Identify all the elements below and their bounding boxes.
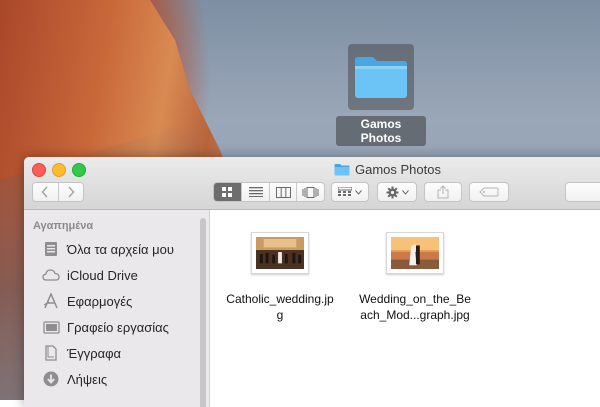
sidebar-item-applications[interactable]: Εφαρμογές: [24, 290, 200, 312]
share-icon: [437, 185, 449, 199]
list-view-button[interactable]: [241, 183, 269, 201]
arrange-icon: [338, 187, 352, 196]
beach-wedding-photo-thumbnail: [391, 237, 439, 269]
titlebar: Gamos Photos: [24, 157, 600, 210]
folder-icon: [355, 57, 407, 98]
sidebar-item-label: Έγγραφα: [67, 345, 122, 361]
grid-icon: [222, 186, 233, 197]
sidebar-scrollbar[interactable]: [200, 218, 206, 407]
wedding-photo-thumbnail: [256, 237, 304, 269]
sidebar-item-label: iCloud Drive: [67, 267, 138, 283]
chevron-down-icon: [401, 189, 409, 195]
downloads-icon: [42, 370, 60, 388]
window-title: Gamos Photos: [334, 161, 441, 177]
sidebar-item-desktop[interactable]: Γραφείο εργασίας: [24, 316, 200, 338]
sidebar-section-heading: Αγαπημένα: [33, 220, 94, 232]
sidebar-item-all-files[interactable]: Όλα τα αρχεία μου: [24, 238, 200, 260]
search-field[interactable]: [565, 182, 600, 202]
arrange-button[interactable]: [331, 182, 369, 202]
folder-icon: [334, 163, 350, 175]
chevron-down-icon: [355, 189, 362, 195]
icon-view-button[interactable]: [214, 183, 242, 201]
desktop-folder[interactable]: Gamos Photos: [336, 42, 426, 146]
file-name-line: Wedding_on_the_Be: [359, 292, 471, 306]
sidebar-item-label: Γραφείο εργασίας: [67, 319, 169, 335]
sidebar-item-downloads[interactable]: Λήψεις: [24, 368, 200, 390]
file-thumbnail: [386, 232, 444, 274]
applications-icon: [42, 292, 60, 310]
sidebar: Αγαπημένα Όλα τα αρχεία μου iCloud Drive…: [24, 210, 210, 407]
share-button[interactable]: [424, 182, 462, 202]
desktop-folder-label: Gamos Photos: [336, 116, 426, 146]
action-button[interactable]: [377, 182, 417, 202]
file-name-line: ach_Mod...graph.jpg: [360, 308, 470, 322]
gear-icon: [386, 186, 398, 198]
chevron-left-icon: [41, 186, 49, 198]
all-files-icon: [42, 240, 60, 258]
cover-flow-icon: [302, 186, 319, 198]
sidebar-item-label: Εφαρμογές: [67, 293, 133, 309]
nav-buttons: [32, 182, 84, 202]
tag-icon: [479, 187, 499, 197]
window-title-text: Gamos Photos: [355, 161, 441, 177]
columns-icon: [275, 186, 291, 198]
column-view-button[interactable]: [268, 183, 297, 201]
file-item[interactable]: Wedding_on_the_Be ach_Mod...graph.jpg: [350, 232, 480, 322]
list-icon: [248, 187, 263, 197]
file-name: Wedding_on_the_Be ach_Mod...graph.jpg: [350, 291, 480, 323]
sidebar-item-label: Λήψεις: [67, 371, 108, 387]
tags-button[interactable]: [469, 182, 509, 202]
minimize-button[interactable]: [52, 163, 66, 177]
file-name: Catholic_wedding.jp g: [215, 291, 345, 323]
sidebar-item-icloud-drive[interactable]: iCloud Drive: [24, 264, 200, 286]
file-thumbnail: [251, 232, 309, 274]
file-name-line: Catholic_wedding.jp: [226, 292, 334, 306]
finder-window: Gamos Photos Αγαπημένα Όλα τα αρχεία μου…: [24, 157, 600, 407]
chevron-right-icon: [68, 186, 75, 198]
sidebar-item-documents[interactable]: Έγγραφα: [24, 342, 200, 364]
forward-button[interactable]: [57, 183, 83, 201]
cloud-icon: [42, 266, 60, 284]
zoom-button[interactable]: [72, 163, 86, 177]
file-item[interactable]: Catholic_wedding.jp g: [215, 232, 345, 322]
documents-icon: [42, 344, 60, 362]
file-area: Catholic_wedding.jp g Wedding_on_the_Be …: [210, 210, 600, 407]
close-button[interactable]: [32, 163, 46, 177]
cover-flow-view-button[interactable]: [296, 183, 324, 201]
sidebar-item-label: Όλα τα αρχεία μου: [67, 241, 174, 257]
desktop-icon: [42, 318, 60, 336]
view-mode-control: [213, 182, 325, 202]
file-name-line: g: [276, 308, 284, 322]
back-button[interactable]: [33, 183, 58, 201]
